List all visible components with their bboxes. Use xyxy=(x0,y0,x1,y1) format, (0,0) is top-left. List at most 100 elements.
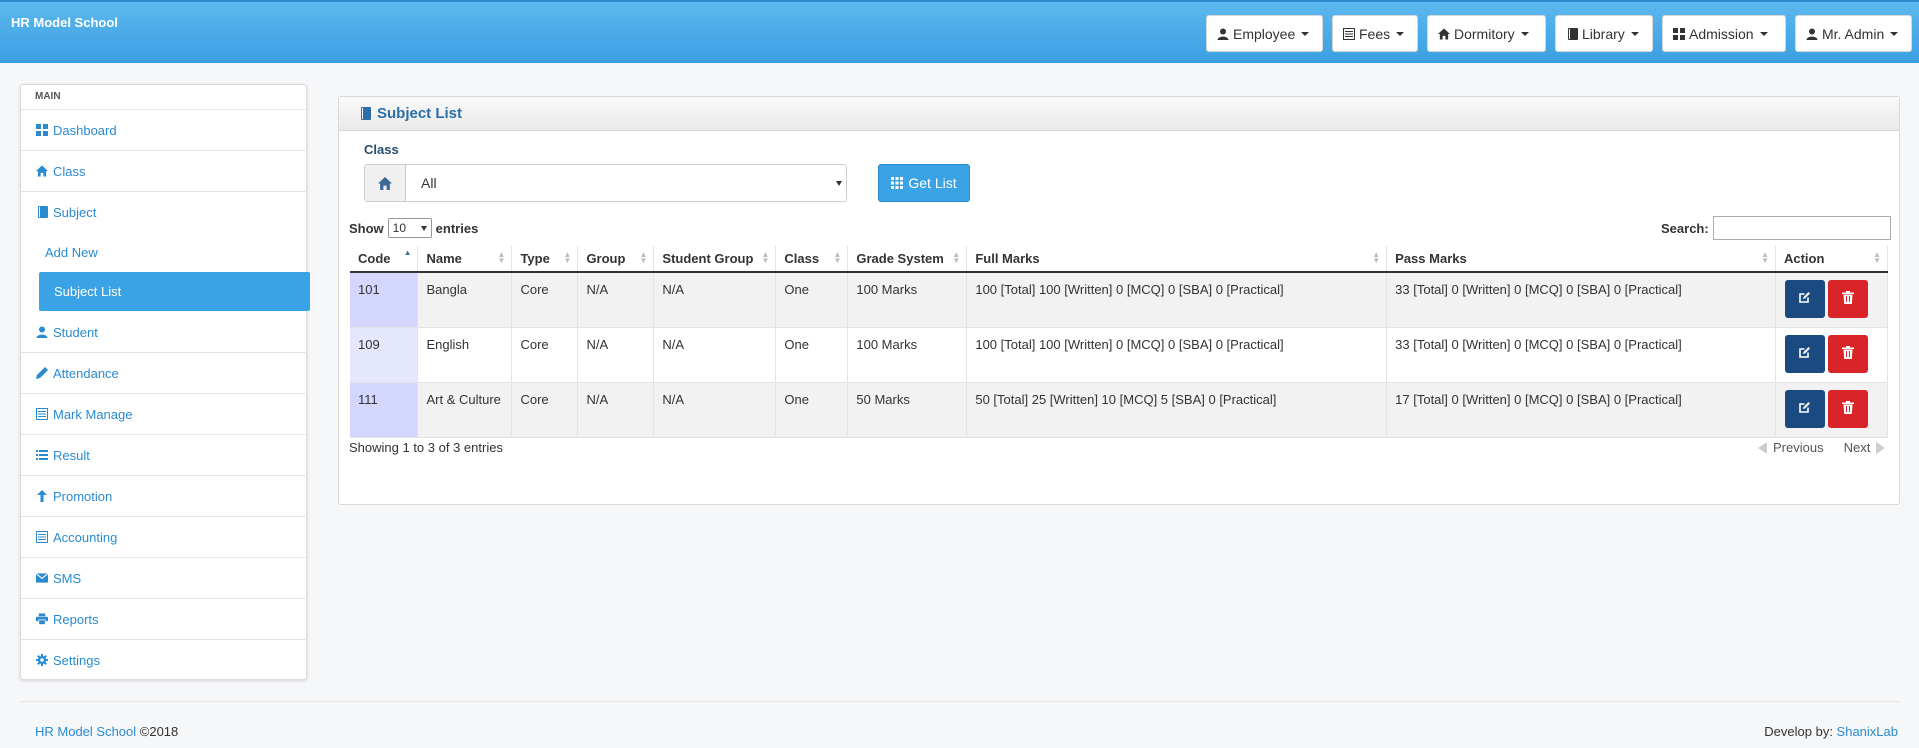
envelope-icon xyxy=(36,572,48,584)
sidebar-item-attendance[interactable]: Attendance xyxy=(21,353,306,394)
col-header-label: Class xyxy=(784,251,820,266)
col-header-label: Student Group xyxy=(662,251,754,266)
col-header-label: Action xyxy=(1783,251,1825,266)
dormitory-menu-button[interactable]: Dormitory xyxy=(1427,15,1546,52)
edit-icon xyxy=(1798,401,1811,417)
sidebar-item-class[interactable]: Class xyxy=(21,151,306,192)
employee-menu-button[interactable]: Employee xyxy=(1206,15,1323,52)
sidebar-item-label: Dashboard xyxy=(53,122,117,138)
col-header-name[interactable]: Name ▲ ▼ xyxy=(417,246,513,273)
col-header-group[interactable]: Group ▲ ▼ xyxy=(577,246,655,273)
user-menu-label: Mr. Admin xyxy=(1822,25,1885,42)
table-row: 111 Art & Culture Core N/A N/A One 50 Ma… xyxy=(350,382,1889,438)
sidebar-item-label: Promotion xyxy=(53,488,113,504)
cell-type: Core xyxy=(511,272,579,328)
home-icon xyxy=(365,165,406,201)
col-header-label: Type xyxy=(520,251,550,266)
cell-grade-system: 100 Marks xyxy=(847,327,968,383)
col-header-label: Name xyxy=(426,251,462,266)
sort-icon: ▲ ▼ xyxy=(639,250,648,265)
panel-title: Subject List xyxy=(377,105,463,122)
fees-menu-label: Fees xyxy=(1359,25,1391,42)
sidebar-item-sms[interactable]: SMS xyxy=(21,558,306,599)
th-icon xyxy=(891,177,904,189)
list-alt-icon xyxy=(36,531,48,543)
cell-code: 111 xyxy=(350,382,419,438)
cell-grade-system: 100 Marks xyxy=(847,272,968,328)
col-header-student-group[interactable]: Student Group ▲ ▼ xyxy=(653,246,777,273)
sidebar-subitem-subject-list[interactable]: Subject List xyxy=(39,272,310,311)
search-label: Search: xyxy=(1661,220,1709,236)
sort-icon: ▲ ▼ xyxy=(1372,250,1381,265)
cell-grade-system: 50 Marks xyxy=(847,382,968,438)
footer-dev-link[interactable]: ShanixLab xyxy=(1837,724,1898,739)
entries-length-control: Show 10 entries xyxy=(349,218,478,238)
sidebar-item-label: SMS xyxy=(53,570,82,586)
edit-button[interactable] xyxy=(1784,389,1825,428)
next-arrow-icon xyxy=(1876,441,1886,454)
sidebar-item-dashboard[interactable]: Dashboard xyxy=(21,110,306,151)
sidebar-item-label: Subject xyxy=(53,204,97,220)
trash-icon xyxy=(1841,345,1854,362)
sort-icon: ▲ ▼ xyxy=(833,250,842,265)
delete-button[interactable] xyxy=(1827,389,1868,428)
col-header-code[interactable]: Code ▲ xyxy=(350,246,419,273)
edit-button[interactable] xyxy=(1784,280,1825,318)
arrow-up-icon xyxy=(36,490,48,502)
entries-select[interactable]: 10 xyxy=(387,218,432,238)
edit-button[interactable] xyxy=(1784,334,1825,373)
sidebar-header: MAIN xyxy=(21,85,306,110)
sidebar-item-student[interactable]: Student xyxy=(21,312,306,353)
entries-select-value: 10 xyxy=(392,221,407,235)
sidebar-item-promotion[interactable]: Promotion xyxy=(21,476,306,517)
book-icon xyxy=(359,107,371,120)
user-icon xyxy=(1217,28,1229,40)
admission-menu-button[interactable]: Admission xyxy=(1662,15,1786,52)
sidebar-item-label: Mark Manage xyxy=(53,406,133,422)
get-list-label: Get List xyxy=(908,175,957,191)
library-menu-label: Library xyxy=(1582,25,1625,42)
search-input[interactable] xyxy=(1712,216,1891,240)
get-list-button[interactable]: Get List xyxy=(878,164,970,202)
admission-menu-label: Admission xyxy=(1689,25,1754,42)
previous-button[interactable]: Previous xyxy=(1773,440,1824,455)
next-button[interactable]: Next xyxy=(1844,440,1871,455)
footer-school-link[interactable]: HR Model School xyxy=(35,724,136,739)
class-select-value: All xyxy=(421,175,437,191)
cell-name: English xyxy=(417,327,513,383)
th-large-icon xyxy=(36,124,48,136)
sidebar-item-label: Accounting xyxy=(53,529,118,545)
col-header-action[interactable]: Action ▲ ▼ xyxy=(1775,246,1889,273)
sidebar-item-subject[interactable]: Subject xyxy=(21,192,306,232)
cell-type: Core xyxy=(511,327,579,383)
subject-table: Code ▲ Name ▲ ▼ Type ▲ ▼ Group ▲ ▼ Student Grou… xyxy=(350,246,1889,438)
user-menu-button[interactable]: Mr. Admin xyxy=(1795,15,1912,52)
sidebar-item-reports[interactable]: Reports xyxy=(21,599,306,640)
sidebar-item-mark-manage[interactable]: Mark Manage xyxy=(21,394,306,435)
delete-button[interactable] xyxy=(1827,280,1868,318)
library-menu-button[interactable]: Library xyxy=(1555,15,1653,52)
col-header-class[interactable]: Class ▲ ▼ xyxy=(775,246,849,273)
cell-code: 101 xyxy=(350,272,419,328)
cell-pass-marks: 17 [Total] 0 [Written] 0 [MCQ] 0 [SBA] 0… xyxy=(1386,382,1776,438)
chevron-down-icon xyxy=(1630,31,1639,36)
sidebar-item-accounting[interactable]: Accounting xyxy=(21,517,306,558)
sidebar-item-label: Class xyxy=(53,163,86,179)
cell-name: Art & Culture xyxy=(417,382,513,438)
sidebar-item-settings[interactable]: Settings xyxy=(21,640,306,680)
chevron-down-icon xyxy=(1301,31,1310,36)
delete-button[interactable] xyxy=(1827,334,1868,373)
col-header-full-marks[interactable]: Full Marks ▲ ▼ xyxy=(966,246,1388,273)
cell-student-group: N/A xyxy=(653,382,777,438)
sidebar-item-label: Add New xyxy=(45,244,98,260)
app-title[interactable]: HR Model School xyxy=(11,15,118,30)
sidebar-subitem-add-new[interactable]: Add New xyxy=(21,232,306,272)
col-header-grade-system[interactable]: Grade System ▲ ▼ xyxy=(847,246,968,273)
col-header-pass-marks[interactable]: Pass Marks ▲ ▼ xyxy=(1386,246,1776,273)
class-select[interactable]: All xyxy=(364,164,847,202)
cell-full-marks: 100 [Total] 100 [Written] 0 [MCQ] 0 [SBA… xyxy=(966,327,1388,383)
col-header-type[interactable]: Type ▲ ▼ xyxy=(511,246,579,273)
fees-menu-button[interactable]: Fees xyxy=(1332,15,1418,52)
col-header-label: Full Marks xyxy=(975,251,1040,266)
sidebar-item-result[interactable]: Result xyxy=(21,435,306,476)
